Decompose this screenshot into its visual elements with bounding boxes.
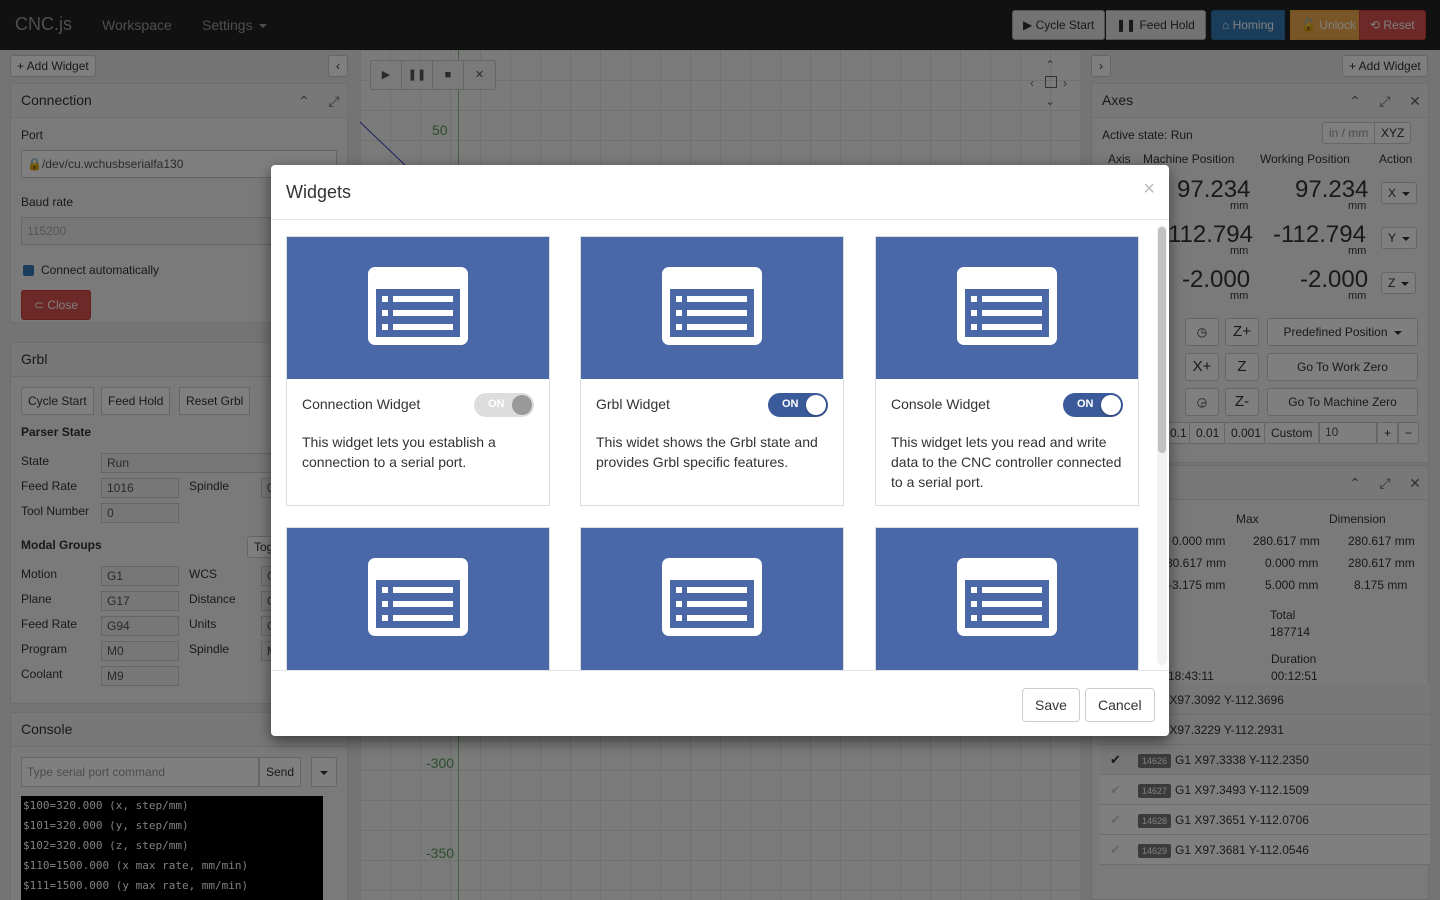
toggle-text: ON [782, 398, 799, 410]
toggle-knob [806, 395, 826, 415]
card-description: This widget lets you read and write data… [891, 434, 1122, 490]
widget-preview [876, 237, 1138, 379]
toggle-knob [1101, 395, 1121, 415]
cancel-button[interactable]: Cancel [1085, 688, 1155, 722]
widget-preview [581, 528, 843, 670]
widget-toggle-switch[interactable]: ON [768, 393, 828, 417]
list-icon [662, 267, 762, 345]
connection-widget-card: Connection Widget ON This widget lets yo… [286, 236, 550, 506]
widget-preview [287, 528, 549, 670]
console-widget-card: Console Widget ON This widget lets you r… [875, 236, 1139, 506]
card-description: This widet shows the Grbl state and prov… [596, 434, 818, 470]
close-icon[interactable]: × [1143, 179, 1155, 199]
list-icon [368, 558, 468, 636]
modal-title: Widgets [286, 182, 352, 202]
save-button[interactable]: Save [1022, 688, 1080, 722]
modal-header: Widgets × [271, 165, 1169, 220]
scrollbar-thumb[interactable] [1158, 227, 1166, 453]
card-title: Console Widget [891, 396, 990, 412]
widget-card [286, 527, 550, 670]
widget-toggle-switch[interactable]: ON [474, 393, 534, 417]
toggle-text: ON [488, 398, 505, 410]
widget-preview [287, 237, 549, 379]
widget-preview [581, 237, 843, 379]
modal-footer: Save Cancel [271, 670, 1169, 736]
widgets-modal: Widgets × Connection Widget ON This widg… [271, 165, 1169, 736]
widget-preview [876, 528, 1138, 670]
list-icon [957, 267, 1057, 345]
widget-toggle-switch[interactable]: ON [1063, 393, 1123, 417]
card-title: Grbl Widget [596, 396, 670, 412]
card-title: Connection Widget [302, 396, 421, 412]
list-icon [957, 558, 1057, 636]
modal-scrollbar[interactable] [1157, 225, 1167, 665]
list-icon [662, 558, 762, 636]
toggle-knob [512, 395, 532, 415]
modal-body: Connection Widget ON This widget lets yo… [271, 220, 1169, 670]
list-icon [368, 267, 468, 345]
widget-card [580, 527, 844, 670]
widget-card [875, 527, 1139, 670]
card-description: This widget lets you establish a connect… [302, 434, 496, 470]
toggle-text: ON [1077, 398, 1094, 410]
grbl-widget-card: Grbl Widget ON This widet shows the Grbl… [580, 236, 844, 506]
